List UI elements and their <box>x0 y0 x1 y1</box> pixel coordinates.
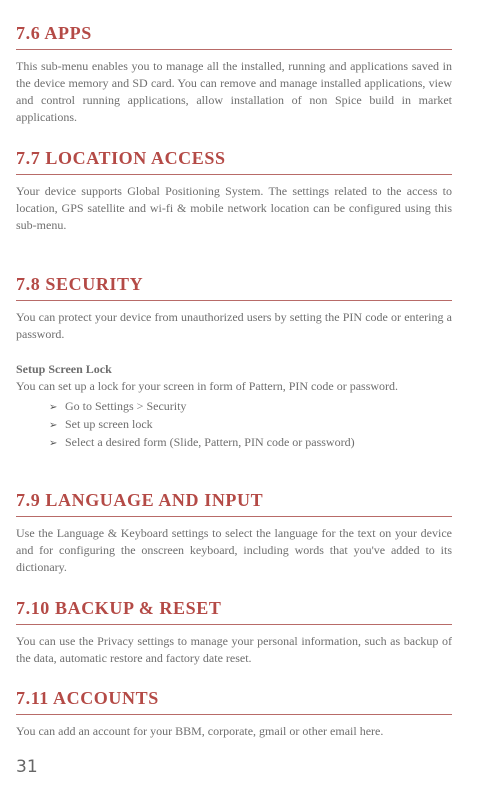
section-title-security: 7.8 SECURITY <box>16 273 452 301</box>
list-item: ➢ Go to Settings > Security <box>49 398 452 416</box>
arrow-right-icon: ➢ <box>49 420 58 431</box>
subheading-setup-screen-lock: Setup Screen Lock <box>16 362 112 376</box>
section-title-language-and-input: 7.9 LANGUAGE AND INPUT <box>16 489 452 517</box>
section-accounts: 7.11 ACCOUNTS You can add an account for… <box>16 687 452 740</box>
section-security: 7.8 SECURITY You can protect your device… <box>16 273 452 452</box>
setup-screen-lock-text: You can set up a lock for your screen in… <box>16 379 399 393</box>
section-body-security: You can protect your device from unautho… <box>16 310 452 341</box>
steps-list: ➢ Go to Settings > Security ➢ Set up scr… <box>16 398 452 452</box>
section-apps: 7.6 APPS This sub-menu enables you to ma… <box>16 22 452 126</box>
list-item: ➢ Select a desired form (Slide, Pattern,… <box>49 434 452 452</box>
section-body-backup-reset: You can use the Privacy settings to mana… <box>16 634 452 665</box>
section-location-access: 7.7 LOCATION ACCESS Your device supports… <box>16 147 452 234</box>
section-title-apps: 7.6 APPS <box>16 22 452 50</box>
section-language-and-input: 7.9 LANGUAGE AND INPUT Use the Language … <box>16 489 452 576</box>
arrow-right-icon: ➢ <box>49 438 58 449</box>
section-backup-reset: 7.10 BACKUP & RESET You can use the Priv… <box>16 597 452 667</box>
section-body-language-and-input: Use the Language & Keyboard settings to … <box>16 526 452 574</box>
page-number: 31 <box>16 757 38 777</box>
section-body-apps: This sub-menu enables you to manage all … <box>16 59 452 124</box>
section-title-accounts: 7.11 ACCOUNTS <box>16 687 452 715</box>
section-title-backup-reset: 7.10 BACKUP & RESET <box>16 597 452 625</box>
step-text: Go to Settings > Security <box>65 399 187 413</box>
list-item: ➢ Set up screen lock <box>49 416 452 434</box>
step-text: Select a desired form (Slide, Pattern, P… <box>65 435 355 449</box>
section-title-location-access: 7.7 LOCATION ACCESS <box>16 147 452 175</box>
section-body-accounts: You can add an account for your BBM, cor… <box>16 724 384 738</box>
section-body-location-access: Your device supports Global Positioning … <box>16 184 452 232</box>
step-text: Set up screen lock <box>65 417 153 431</box>
arrow-right-icon: ➢ <box>49 402 58 413</box>
